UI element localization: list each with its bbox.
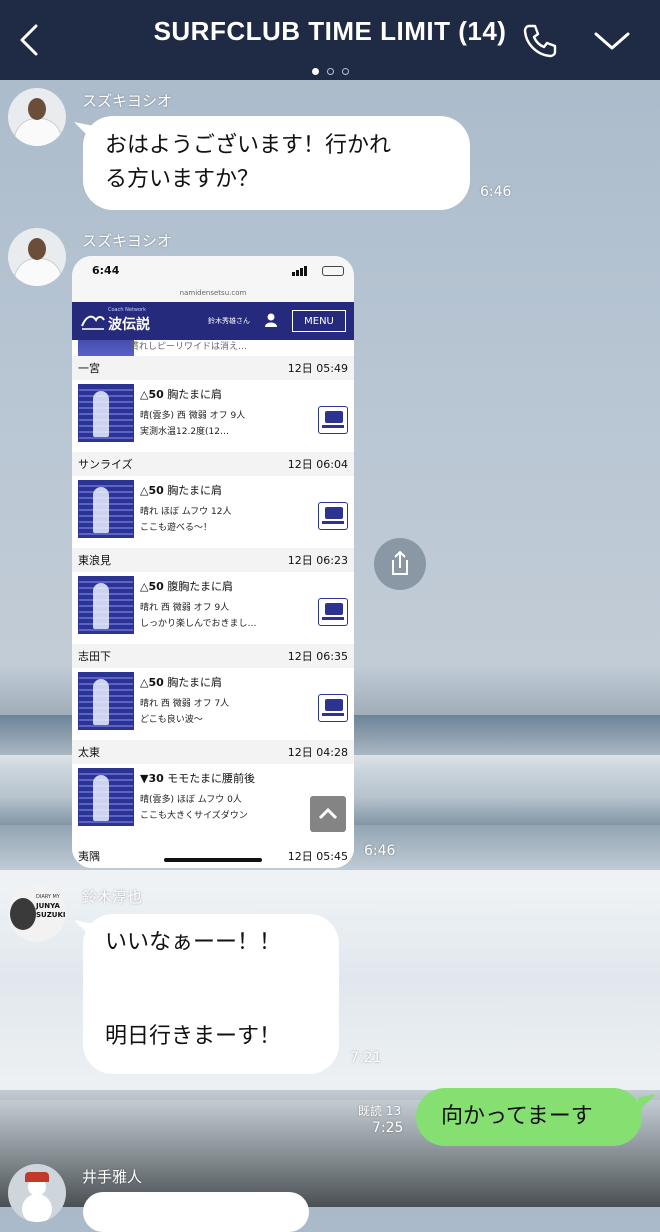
spot-name: 一宮 (78, 362, 100, 375)
spot-conditions: 晴れ ほぼ ムフウ 12人 (140, 507, 232, 517)
user-icon (265, 313, 277, 327)
spot-row: 一宮 12日 05:49 △50 胸たまに肩 晴(雲多) 西 微弱 オフ 9人 実… (72, 356, 354, 453)
camera-badge-icon (318, 406, 348, 434)
spot-row: 夷隅 12日 05:45 (72, 836, 354, 868)
screenshot-url: namidensetsu.com (72, 284, 354, 302)
spot-row: 東浪見 12日 06:23 △50 腹胸たまに肩 晴れ 西 微弱 オフ 9人 しっ… (72, 548, 354, 645)
spot-name: 夷隅 (78, 850, 100, 863)
sender-name: 鈴木淳也 (82, 888, 143, 906)
message-bubble[interactable]: おはようございます！行かれ る方いますか？ (83, 116, 470, 210)
screenshot-status-bar: 6:44 (72, 256, 354, 284)
spot-note: 実測水温12.2度(12… (140, 427, 230, 437)
camera-badge-icon (318, 694, 348, 722)
chat-title[interactable]: SURFCLUB TIME LIMIT (14) (0, 16, 660, 47)
message-bubble[interactable]: いいなぁーー！！ 明日行きまーす！ (83, 914, 339, 1074)
spot-conditions: 晴(雲多) ほぼ ムフウ 0人 (140, 795, 242, 805)
spot-note: しっかり楽しんでおきまし… (140, 619, 257, 629)
page-dot (311, 68, 319, 75)
read-receipt: 既読 13 (358, 1104, 402, 1118)
message-text: 明日行きまーす！ (105, 1024, 282, 1049)
spot-size: △50 胸たまに肩 (140, 676, 222, 689)
spot-note: ここも遊べる〜！ (140, 523, 213, 533)
spot-time: 12日 05:49 (287, 362, 348, 375)
spot-conditions: 晴(雲多) 西 微弱 オフ 9人 (140, 411, 246, 421)
page-dot (326, 68, 334, 75)
brand-subtitle: Coach Network (108, 307, 146, 313)
brand-name: 波伝説 (108, 317, 150, 333)
spot-size: △50 胸たまに肩 (140, 484, 222, 497)
wave-height-image (78, 768, 134, 826)
phone-icon[interactable] (520, 20, 560, 60)
menu-button: MENU (292, 310, 346, 332)
avatar[interactable] (8, 88, 66, 146)
spot-name: 東浪見 (78, 554, 111, 567)
sender-name: 井手雅人 (82, 1168, 143, 1186)
signal-icon (292, 266, 307, 276)
spot-time: 12日 06:35 (287, 650, 348, 663)
message-text: 向かってまーす (441, 1104, 593, 1129)
user-name: 鈴木秀雄さん (208, 317, 250, 325)
spot-conditions: 晴れ 西 微弱 オフ 7人 (140, 699, 230, 709)
my-message-bubble[interactable]: 向かってまーす (416, 1088, 642, 1146)
wave-height-image (78, 576, 134, 634)
spot-time: 12日 06:04 (287, 458, 348, 471)
share-icon (392, 550, 408, 575)
message-time: 6:46 (480, 184, 512, 200)
home-indicator (164, 858, 262, 862)
spot-size: ▼30 モモたまに腰前後 (140, 772, 255, 785)
spot-note: ここも大きくサイズダウン (140, 811, 248, 821)
message-text: る方いますか？ (105, 167, 260, 192)
spot-name: サンライズ (78, 458, 133, 471)
spot-note: どこも良い波〜 (140, 715, 203, 725)
message-text: いいなぁーー！！ (105, 930, 282, 955)
spot-time: 12日 06:23 (287, 554, 348, 567)
cut-off-text: 貫れしピーリワイドは消え… (130, 342, 248, 352)
page-dot (341, 68, 349, 75)
spot-name: 志田下 (78, 650, 111, 663)
wave-logo-icon (81, 315, 105, 330)
sender-name: スズキヨシオ (82, 92, 173, 110)
share-button[interactable] (374, 538, 426, 590)
spot-name: 太東 (78, 746, 100, 759)
camera-badge-icon (318, 502, 348, 530)
message-time: 6:46 (364, 843, 396, 859)
cut-off-row: 貫れしピーリワイドは消え… (72, 340, 354, 357)
spot-row: 志田下 12日 06:35 △50 胸たまに肩 晴れ 西 微弱 オフ 7人 どこも… (72, 644, 354, 741)
wave-height-image (78, 672, 134, 730)
message-time: 7:25 (372, 1120, 404, 1136)
page-indicator (0, 60, 660, 79)
message-text: おはようございます！行かれ (105, 133, 392, 158)
sender-name: スズキヨシオ (82, 232, 173, 250)
chevron-down-icon[interactable] (592, 30, 632, 54)
screenshot-navbar: Coach Network 波伝説 鈴木秀雄さん MENU (72, 302, 354, 340)
message-time: 7:21 (350, 1050, 382, 1066)
spot-time: 12日 05:45 (287, 850, 348, 863)
camera-badge-icon (318, 598, 348, 626)
spot-size: △50 胸たまに肩 (140, 388, 222, 401)
chat-header: SURFCLUB TIME LIMIT (14) (0, 0, 660, 80)
shared-image[interactable]: 6:44 namidensetsu.com Coach Network 波伝説 … (72, 256, 354, 868)
avatar[interactable] (8, 228, 66, 286)
avatar[interactable]: DIARY MY JUNYA SUZUKI (8, 884, 66, 942)
spot-conditions: 晴れ 西 微弱 オフ 9人 (140, 603, 230, 613)
spot-size: △50 腹胸たまに肩 (140, 580, 233, 593)
wave-height-image (78, 384, 134, 442)
wave-height-image (78, 480, 134, 538)
scroll-top-icon (310, 796, 346, 832)
screenshot-status-time: 6:44 (92, 264, 120, 277)
spot-row: サンライズ 12日 06:04 △50 胸たまに肩 晴れ ほぼ ムフウ 12人 こ… (72, 452, 354, 549)
battery-icon (322, 266, 344, 276)
avatar[interactable] (8, 1164, 66, 1222)
spot-time: 12日 04:28 (287, 746, 348, 759)
message-bubble[interactable] (83, 1192, 309, 1232)
